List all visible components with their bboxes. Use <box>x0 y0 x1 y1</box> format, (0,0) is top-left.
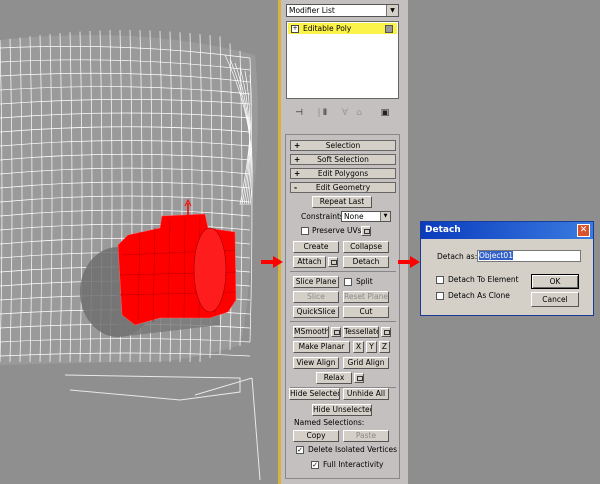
make-planar-button[interactable]: Make Planar <box>293 341 350 353</box>
make-unique-icon[interactable]: ∀ <box>339 106 351 120</box>
constraints-value: None <box>344 212 364 221</box>
rollout-soft-selection[interactable]: + Soft Selection <box>290 154 396 165</box>
detach-dialog: Detach ✕ Detach as: Object01 Detach To E… <box>420 221 594 316</box>
preserve-uvs-settings-icon[interactable] <box>361 226 371 236</box>
y-align-button[interactable]: Y <box>366 341 377 353</box>
attach-button[interactable]: Attach <box>293 256 326 268</box>
msmooth-settings-icon[interactable] <box>331 327 341 337</box>
relax-settings-icon[interactable] <box>354 373 364 383</box>
plus-icon: + <box>294 169 301 178</box>
rollout-edit-geometry[interactable]: - Edit Geometry <box>290 182 396 193</box>
rollout-selection[interactable]: + Selection <box>290 140 396 151</box>
rollout-edit-polygons-label: Edit Polygons <box>317 169 369 178</box>
collapse-button[interactable]: Collapse <box>343 241 389 253</box>
repeat-last-button[interactable]: Repeat Last <box>312 196 372 208</box>
pin-stack-icon[interactable]: ⊣ <box>293 106 305 120</box>
reset-plane-button[interactable]: Reset Plane <box>343 291 389 303</box>
detach-to-element-label: Detach To Element <box>448 275 519 284</box>
command-panel: Modifier List ▼ + Editable Poly ⊣ | Ⅱ ∀ … <box>278 0 408 484</box>
paste-button[interactable]: Paste <box>343 430 389 442</box>
stack-toolbar: ⊣ | Ⅱ ∀ ⌂ ▣ <box>287 106 399 122</box>
rollouts-area: + Selection + Soft Selection + Edit Poly… <box>285 134 400 479</box>
stack-item-editable-poly[interactable]: + Editable Poly <box>288 23 397 34</box>
viewport-scene <box>0 30 261 481</box>
modifier-stack[interactable]: + Editable Poly <box>286 21 399 99</box>
detach-as-value: Object01 <box>479 251 513 260</box>
split-label: Split <box>356 277 373 286</box>
rollout-edit-polygons[interactable]: + Edit Polygons <box>290 168 396 179</box>
detach-to-element-checkbox[interactable] <box>436 276 444 284</box>
stack-item-label: Editable Poly <box>303 24 352 33</box>
detach-as-label: Detach as: <box>437 252 478 261</box>
quickslice-button[interactable]: QuickSlice <box>293 306 339 318</box>
rollout-selection-label: Selection <box>325 141 361 150</box>
hide-unselected-button[interactable]: Hide Unselected <box>312 404 372 416</box>
chevron-down-icon[interactable]: ▼ <box>386 5 398 16</box>
chevron-down-icon: ▼ <box>380 212 390 221</box>
attach-settings-icon[interactable] <box>328 257 338 267</box>
minus-icon: - <box>294 183 298 192</box>
stack-item-box-icon <box>385 25 393 33</box>
create-button[interactable]: Create <box>293 241 339 253</box>
plus-icon: + <box>294 141 301 150</box>
unhide-all-button[interactable]: Unhide All <box>343 388 389 400</box>
full-interactivity-label: Full Interactivity <box>323 460 384 469</box>
split-checkbox[interactable] <box>344 278 352 286</box>
full-interactivity-checkbox[interactable]: ✓ <box>311 461 319 469</box>
cut-button[interactable]: Cut <box>343 306 389 318</box>
rollout-soft-selection-label: Soft Selection <box>317 155 369 164</box>
detach-as-clone-checkbox[interactable] <box>436 292 444 300</box>
preserve-uvs-checkbox[interactable] <box>301 227 309 235</box>
hide-selected-button[interactable]: Hide Selected <box>289 388 340 400</box>
remove-modifier-icon[interactable]: ⌂ <box>353 106 365 120</box>
tessellate-settings-icon[interactable] <box>381 327 391 337</box>
viewport[interactable] <box>0 0 278 484</box>
relax-button[interactable]: Relax <box>316 372 352 384</box>
delete-isolated-checkbox[interactable]: ✓ <box>296 446 304 454</box>
slice-button[interactable]: Slice <box>293 291 339 303</box>
ok-button[interactable]: OK <box>531 274 579 289</box>
z-align-button[interactable]: Z <box>379 341 390 353</box>
tessellate-button[interactable]: Tessellate <box>343 326 379 338</box>
grid-align-button[interactable]: Grid Align <box>343 357 389 369</box>
x-align-button[interactable]: X <box>353 341 364 353</box>
view-align-button[interactable]: View Align <box>293 357 339 369</box>
modifier-list-dropdown[interactable]: Modifier List ▼ <box>286 4 399 17</box>
configure-modifier-sets-icon[interactable]: ▣ <box>379 106 391 120</box>
preserve-uvs-label: Preserve UVs <box>312 226 362 235</box>
named-selections-label: Named Selections: <box>294 418 365 427</box>
copy-button[interactable]: Copy <box>293 430 339 442</box>
rollout-edit-geometry-label: Edit Geometry <box>315 183 371 192</box>
dialog-title: Detach <box>421 222 593 239</box>
divider <box>290 271 396 272</box>
arrow-right-icon <box>261 256 283 268</box>
plus-icon: + <box>294 155 301 164</box>
constraints-label: Constraints: <box>301 212 347 221</box>
slice-plane-button[interactable]: Slice Plane <box>293 276 339 288</box>
show-end-result-icon-2[interactable]: Ⅱ <box>319 106 331 120</box>
arrow-right-icon <box>398 256 420 268</box>
divider <box>290 321 396 322</box>
close-icon[interactable]: ✕ <box>577 224 590 237</box>
delete-isolated-label: Delete Isolated Vertices <box>308 445 398 454</box>
detach-as-clone-label: Detach As Clone <box>448 291 510 300</box>
detach-button[interactable]: Detach <box>343 256 389 268</box>
constraints-select[interactable]: None ▼ <box>341 211 391 222</box>
expand-icon[interactable]: + <box>291 25 299 33</box>
modifier-list-label: Modifier List <box>289 6 335 15</box>
detach-as-input[interactable]: Object01 <box>477 250 581 262</box>
cancel-button[interactable]: Cancel <box>531 292 579 307</box>
msmooth-button[interactable]: MSmooth <box>293 326 329 338</box>
